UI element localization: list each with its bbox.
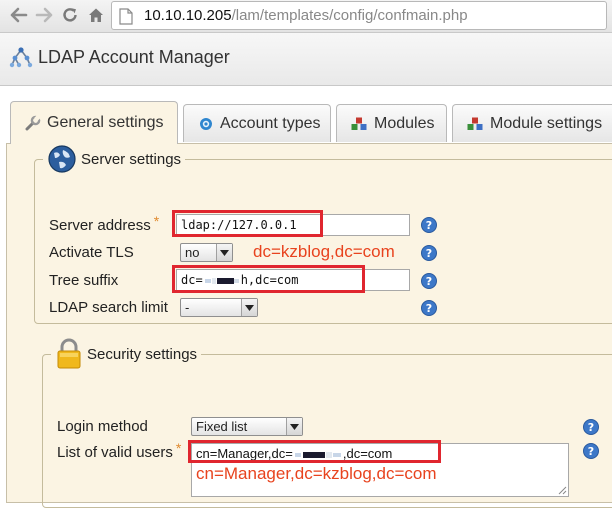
section-title: Server settings: [81, 150, 182, 168]
tree-suffix-prefix: dc=: [181, 273, 203, 287]
login-method-label: Login method: [57, 418, 148, 435]
svg-text:?: ?: [426, 219, 432, 232]
browser-toolbar: 10.10.10.205/lam/templates/config/confma…: [0, 0, 612, 33]
svg-text:?: ?: [588, 421, 594, 434]
svg-text:?: ?: [426, 275, 432, 288]
reload-icon: [63, 8, 77, 22]
app-header: LDAP Account Manager: [0, 33, 612, 86]
help-icon[interactable]: ?: [421, 273, 437, 289]
server-settings-group: Server settings Server address * ldap://1…: [34, 144, 612, 324]
tab-label: Account types: [220, 114, 321, 132]
config-main: General settings Account types Modules M…: [0, 86, 612, 508]
search-limit-row: LDAP search limit - ?: [35, 296, 612, 320]
svg-text:?: ?: [426, 247, 432, 260]
app-title: LDAP Account Manager: [38, 47, 230, 67]
section-title: Security settings: [87, 345, 198, 363]
home-icon: [89, 8, 103, 22]
redacted-text-icon: [294, 451, 341, 458]
server-address-input[interactable]: ldap://127.0.0.1: [176, 214, 410, 236]
activate-tls-select[interactable]: no: [180, 243, 233, 262]
tree-suffix-annotation: dc=kzblog,dc=com: [253, 242, 395, 261]
server-address-row: Server address * ldap://127.0.0.1 ?: [35, 213, 612, 238]
svg-text:?: ?: [588, 445, 594, 458]
login-method-select[interactable]: Fixed list: [191, 417, 303, 436]
svg-text:?: ?: [426, 302, 432, 315]
reload-button[interactable]: [59, 4, 81, 26]
address-bar[interactable]: 10.10.10.205/lam/templates/config/confma…: [111, 1, 607, 30]
server-address-label: Server address *: [49, 213, 159, 234]
tab-general-settings[interactable]: General settings: [10, 101, 178, 144]
tab-label: Modules: [374, 114, 435, 132]
select-value: no: [185, 245, 200, 260]
forward-button[interactable]: [33, 4, 55, 26]
label-text: List of valid users: [57, 444, 173, 461]
tree-suffix-input[interactable]: dc= h,dc=com: [176, 269, 410, 291]
tab-label: General settings: [47, 114, 164, 131]
forward-arrow-icon: [35, 7, 53, 23]
tab-account-types[interactable]: Account types: [183, 104, 331, 142]
help-icon[interactable]: ?: [583, 419, 599, 435]
security-settings-legend: Security settings: [51, 338, 201, 370]
security-settings-group: Security settings Login method Fixed lis…: [42, 338, 612, 508]
valid-users-annotation: cn=Manager,dc=kzblog,dc=com: [196, 464, 437, 483]
valid-users-value: cn=Manager,dc= ,dc=com: [196, 446, 564, 461]
required-asterisk-icon: *: [175, 440, 182, 456]
modules-icon: [467, 117, 484, 131]
tab-module-settings[interactable]: Module settings: [452, 104, 612, 142]
activate-tls-label: Activate TLS: [49, 244, 134, 261]
activate-tls-row: Activate TLS no dc=kzblog,dc=com ?: [35, 241, 612, 265]
search-limit-label: LDAP search limit: [49, 299, 168, 316]
home-button[interactable]: [85, 4, 107, 26]
lam-logo-icon: [9, 47, 33, 68]
select-value: Fixed list: [196, 419, 248, 434]
modules-icon: [351, 117, 368, 131]
general-settings-panel: Server settings Server address * ldap://1…: [6, 143, 612, 508]
redacted-text-icon: [204, 277, 239, 284]
help-icon[interactable]: ?: [421, 245, 437, 261]
tab-strip: General settings Account types Modules M…: [0, 86, 612, 144]
url-host: 10.10.10.205: [144, 7, 232, 24]
help-icon[interactable]: ?: [583, 443, 599, 459]
url-path: /lam/templates/config/confmain.php: [231, 7, 468, 24]
globe-icon: [47, 144, 77, 174]
valid-users-prefix: cn=Manager,dc=: [196, 446, 293, 461]
gear-icon: [198, 116, 214, 132]
url-text: 10.10.10.205/lam/templates/config/confma…: [144, 7, 468, 24]
page-icon: [119, 8, 133, 25]
tree-suffix-suffix: h,dc=com: [240, 273, 299, 287]
select-value: -: [185, 300, 190, 315]
wrench-icon: [25, 115, 41, 131]
login-method-row: Login method Fixed list ?: [43, 415, 612, 439]
lock-icon: [55, 338, 83, 370]
required-asterisk-icon: *: [153, 213, 160, 229]
tree-suffix-label: Tree suffix: [49, 272, 119, 289]
label-text: Server address: [49, 217, 151, 234]
valid-users-suffix: ,dc=com: [342, 446, 393, 461]
back-arrow-icon: [10, 7, 28, 23]
search-limit-select[interactable]: -: [180, 298, 258, 317]
resize-grip-icon[interactable]: [558, 486, 567, 495]
chevron-down-icon: [241, 299, 257, 316]
help-icon[interactable]: ?: [421, 300, 437, 316]
chevron-down-icon: [286, 418, 302, 435]
help-icon[interactable]: ?: [421, 217, 437, 233]
back-button[interactable]: [8, 4, 30, 26]
tab-modules[interactable]: Modules: [336, 104, 447, 142]
tree-suffix-row: Tree suffix dc= h,dc=com ?: [35, 269, 612, 293]
chevron-down-icon: [216, 244, 232, 261]
server-settings-legend: Server settings: [43, 144, 185, 174]
valid-users-label: List of valid users *: [57, 440, 181, 461]
tab-label: Module settings: [490, 114, 603, 132]
